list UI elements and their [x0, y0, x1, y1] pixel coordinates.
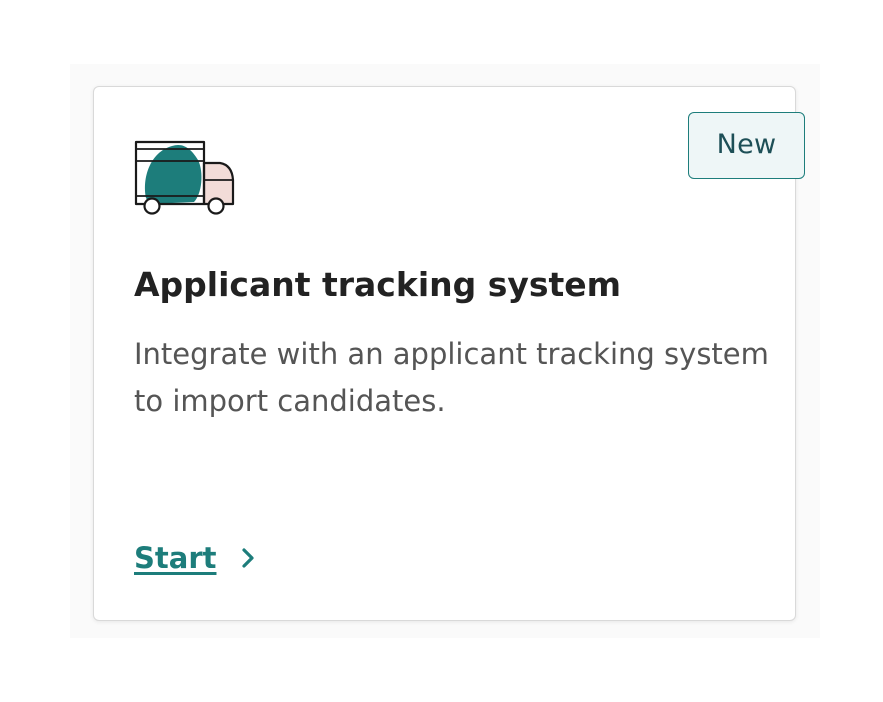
- start-link-label[interactable]: Start: [134, 541, 216, 575]
- card-description: Integrate with an applicant tracking sys…: [134, 337, 769, 418]
- chevron-right-icon: [240, 546, 256, 570]
- delivery-truck-icon: [132, 138, 236, 216]
- new-badge: New: [688, 112, 805, 179]
- start-link[interactable]: Start: [134, 535, 256, 581]
- card-title: Applicant tracking system: [134, 265, 622, 304]
